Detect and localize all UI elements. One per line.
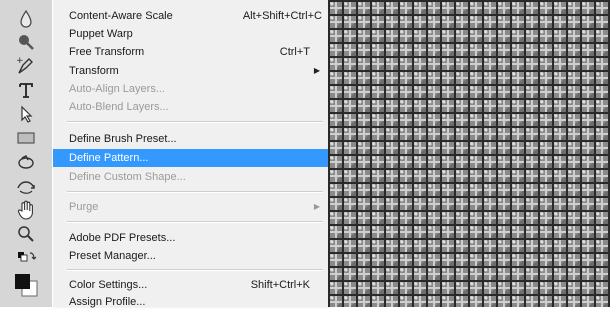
menu-item-preset-manager[interactable]: Preset Manager... bbox=[53, 247, 328, 265]
menu-item-label: Define Custom Shape... bbox=[69, 171, 186, 183]
menu-item-label: Transform bbox=[69, 65, 119, 77]
menu-item-define-custom-shape[interactable]: Define Custom Shape... bbox=[53, 168, 328, 186]
menu-item-define-pattern[interactable]: Define Pattern... bbox=[53, 149, 328, 167]
menu-separator bbox=[67, 191, 323, 193]
menu-item-purge[interactable]: Purge ▶ bbox=[53, 198, 328, 216]
3d-rotate-tool-icon[interactable] bbox=[12, 152, 40, 174]
menu-item-adobe-pdf-presets[interactable]: Adobe PDF Presets... bbox=[53, 229, 328, 247]
menu-item-puppet-warp[interactable]: Puppet Warp bbox=[53, 25, 328, 43]
submenu-arrow-icon: ▶ bbox=[313, 202, 320, 211]
menu-item-transform[interactable]: Transform ▶ bbox=[53, 62, 328, 80]
menu-item-define-brush-preset[interactable]: Define Brush Preset... bbox=[53, 130, 328, 148]
menu-item-label: Preset Manager... bbox=[69, 250, 156, 262]
menu-item-color-settings[interactable]: Color Settings... Shift+Ctrl+K bbox=[53, 276, 328, 294]
menu-item-content-aware-scale[interactable]: Content-Aware Scale Alt+Shift+Ctrl+C bbox=[53, 7, 328, 25]
menu-item-label: Free Transform bbox=[69, 46, 145, 58]
menu-item-shortcut: Ctrl+T bbox=[279, 46, 310, 58]
sponge-tool-icon[interactable] bbox=[12, 31, 40, 53]
menu-item-label: Color Settings... bbox=[69, 279, 148, 291]
zoom-tool-icon[interactable] bbox=[12, 223, 40, 245]
rectangle-tool-icon[interactable] bbox=[12, 127, 40, 149]
menu-item-shortcut: Shift+Ctrl+K bbox=[250, 279, 310, 291]
menu-item-free-transform[interactable]: Free Transform Ctrl+T bbox=[53, 43, 328, 61]
pen-tool-icon[interactable]: + bbox=[12, 54, 40, 76]
menu-separator bbox=[67, 121, 323, 123]
submenu-arrow-icon: ▶ bbox=[313, 66, 320, 75]
menu-item-label: Define Brush Preset... bbox=[69, 133, 177, 145]
svg-text:+: + bbox=[16, 56, 24, 66]
menu-item-assign-profile[interactable]: Assign Profile... bbox=[53, 293, 328, 311]
menu-item-label: Adobe PDF Presets... bbox=[69, 232, 176, 244]
tools-panel: + bbox=[0, 0, 53, 307]
document-canvas[interactable] bbox=[328, 0, 610, 307]
3d-orbit-tool-icon[interactable] bbox=[12, 175, 40, 197]
menu-separator bbox=[67, 269, 323, 271]
menu-item-label: Define Pattern... bbox=[69, 152, 149, 164]
hand-tool-icon[interactable] bbox=[12, 199, 40, 221]
color-swatches-icon[interactable] bbox=[12, 271, 40, 299]
burn-tool-icon[interactable] bbox=[12, 8, 40, 30]
menu-separator bbox=[67, 221, 323, 223]
menu-item-label: Assign Profile... bbox=[69, 296, 146, 308]
menu-item-label: Purge bbox=[69, 201, 99, 213]
default-colors-icon[interactable] bbox=[12, 247, 40, 269]
menu-item-label: Auto-Align Layers... bbox=[69, 83, 165, 95]
menu-item-label: Auto-Blend Layers... bbox=[69, 101, 169, 113]
menu-item-shortcut: Alt+Shift+Ctrl+C bbox=[242, 10, 322, 22]
menu-item-auto-blend-layers[interactable]: Auto-Blend Layers... bbox=[53, 98, 328, 116]
menu-item-label: Puppet Warp bbox=[69, 28, 133, 40]
menu-item-label: Content-Aware Scale bbox=[69, 10, 173, 22]
menu-item-auto-align-layers[interactable]: Auto-Align Layers... bbox=[53, 80, 328, 98]
path-selection-tool-icon[interactable] bbox=[12, 103, 40, 125]
type-tool-icon[interactable] bbox=[12, 79, 40, 101]
edit-menu-dropdown: Content-Aware Scale Alt+Shift+Ctrl+C Pup… bbox=[52, 0, 329, 308]
